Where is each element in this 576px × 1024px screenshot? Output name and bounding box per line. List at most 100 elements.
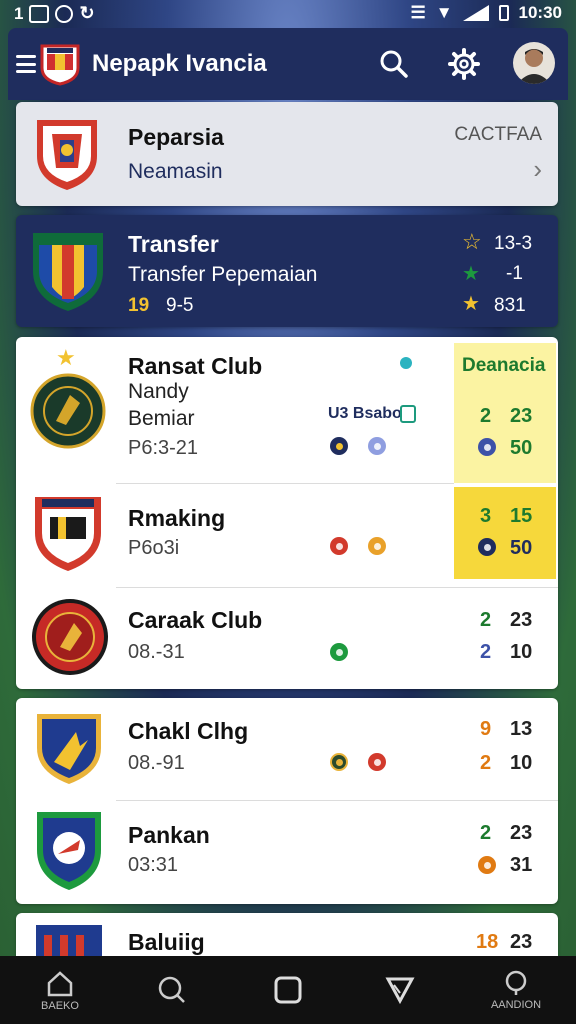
transfer-card[interactable]: Transfer Transfer Pepemaian 19 9-5 ☆ 13-… <box>16 215 558 327</box>
gear-icon <box>448 48 480 80</box>
shield-icon <box>330 753 348 771</box>
shield-icon <box>330 643 348 661</box>
nav-home[interactable]: BAEKO <box>20 956 100 1024</box>
stat-value: 3 <box>480 505 492 527</box>
nav-home-label: BAEKO <box>41 999 79 1012</box>
status-right: ☰ ▼ 10:30 <box>410 3 562 23</box>
table-row[interactable]: ★ Ransat Club Nandy Bemiar P6:3-21 U3 Bs… <box>16 337 558 483</box>
club-line2: Nandy <box>128 380 189 403</box>
feature-subtitle: Neamasin <box>128 160 223 183</box>
table-row[interactable]: Baluiig 18 23 <box>16 913 558 957</box>
transfer-stat-3: 831 <box>494 295 526 316</box>
square-icon <box>274 976 302 1004</box>
nav-profile[interactable]: AANDION <box>476 956 556 1024</box>
shield-icon <box>478 856 496 874</box>
stat-value: 2 <box>480 641 492 663</box>
club-meta: P6:3-21 <box>128 437 199 459</box>
club-name: Caraak Club <box>128 607 263 633</box>
status-time: 10:30 <box>518 3 562 22</box>
avatar-icon <box>517 49 551 84</box>
club-crest-icon <box>36 925 102 957</box>
club-name: Chakl Clhg <box>128 718 249 744</box>
club-list-group-1: Deanacia ★ Ransat Club Nandy Bemiar P6:3… <box>16 337 558 689</box>
bottom-navigation: BAEKO AANDION <box>0 956 576 1024</box>
transfer-meta-b: 9-5 <box>166 295 194 316</box>
diamond-icon <box>368 437 386 455</box>
app-title: Nepapk Ivancia <box>92 50 267 77</box>
nav-search[interactable] <box>132 956 212 1024</box>
club-name: Ransat Club <box>128 353 263 379</box>
club-meta: 08.-91 <box>128 752 185 774</box>
stat-value: 18 <box>476 931 499 953</box>
table-row[interactable]: Chakl Clhg 08.-91 9 13 2 10 <box>16 698 558 800</box>
status-bar: 1 ↻ ☰ ▼ 10:30 <box>0 0 576 26</box>
table-row[interactable]: Caraak Club 08.-31 2 23 2 10 <box>16 589 558 689</box>
club-crest-icon <box>33 233 103 311</box>
shield-icon <box>368 753 386 771</box>
stat-value: 2 <box>480 822 492 844</box>
shield-icon <box>330 437 348 455</box>
chevron-right-icon[interactable]: › <box>533 154 542 185</box>
diamond-icon <box>478 538 496 556</box>
stat-value: 23 <box>510 822 533 844</box>
club-list-group-2: Chakl Clhg 08.-91 9 13 2 10 Pankan 03:31… <box>16 698 558 904</box>
club-meta: 03:31 <box>128 854 179 876</box>
table-row[interactable]: Rmaking P6o3i 3 15 50 <box>16 485 558 585</box>
status-left-label: 1 <box>14 3 24 23</box>
shield-icon <box>330 537 348 555</box>
stat-value: 13 <box>510 718 533 740</box>
shield-icon <box>368 537 386 555</box>
stat-value: 23 <box>510 609 533 631</box>
feature-right-label: CACTFAA <box>454 124 542 145</box>
nav-back[interactable] <box>360 956 440 1024</box>
stat-value: 23 <box>510 931 533 953</box>
signal-icon <box>462 5 489 21</box>
app-bar: Nepapk Ivancia <box>8 28 568 100</box>
status-dot-icon <box>400 357 412 369</box>
vibrate-icon: ☰ <box>410 3 426 22</box>
club-name: Rmaking <box>128 505 226 531</box>
star-gold-icon: ★ <box>56 345 76 370</box>
status-left: 1 ↻ <box>14 3 95 24</box>
moon-icon <box>478 438 496 456</box>
club-meta: P6o3i <box>128 537 180 559</box>
club-crest-icon <box>32 599 108 675</box>
table-row[interactable]: Pankan 03:31 2 23 31 <box>16 802 558 904</box>
star-green-icon: ★ <box>462 263 480 285</box>
settings-button[interactable] <box>444 44 484 84</box>
menu-icon[interactable] <box>16 55 36 73</box>
profile-icon <box>505 970 527 995</box>
stat-value: 50 <box>510 437 533 459</box>
transfer-subtitle: Transfer Pepemaian <box>128 263 318 286</box>
user-avatar[interactable] <box>513 42 555 84</box>
transfer-stat-1: 13-3 <box>494 233 533 254</box>
app-logo <box>40 44 80 86</box>
wifi-icon: ▼ <box>435 3 453 22</box>
stat-value: 10 <box>510 752 533 774</box>
back-triangle-icon <box>385 977 415 1005</box>
club-crest-icon <box>35 497 101 571</box>
search-button[interactable] <box>374 44 414 84</box>
feature-title: Peparsia <box>128 124 224 150</box>
club-crest-icon <box>37 120 97 190</box>
club-name: Pankan <box>128 822 210 848</box>
transfer-stat-2: -1 <box>506 263 523 284</box>
feature-card[interactable]: Peparsia Neamasin CACTFAA › <box>16 102 558 206</box>
nav-profile-label: AANDION <box>490 998 542 1011</box>
stat-value: 2 <box>480 609 492 631</box>
star-gold-icon: ★ <box>462 293 480 315</box>
badge-box-icon <box>400 405 416 423</box>
star-outline-icon: ☆ <box>462 229 482 254</box>
stat-value: 31 <box>510 854 533 876</box>
app-notification-icon <box>55 4 74 23</box>
stat-value: 9 <box>480 718 492 740</box>
stat-value: 10 <box>510 641 533 663</box>
nav-square[interactable] <box>248 956 328 1024</box>
club-name: Baluiig <box>128 929 205 955</box>
club-badge: U3 Bsabo <box>328 405 402 422</box>
search-icon <box>380 50 408 78</box>
notification-icon <box>29 4 50 23</box>
sync-icon: ↻ <box>79 3 95 23</box>
stat-value: 23 <box>510 405 533 427</box>
stat-value: 2 <box>480 405 492 427</box>
